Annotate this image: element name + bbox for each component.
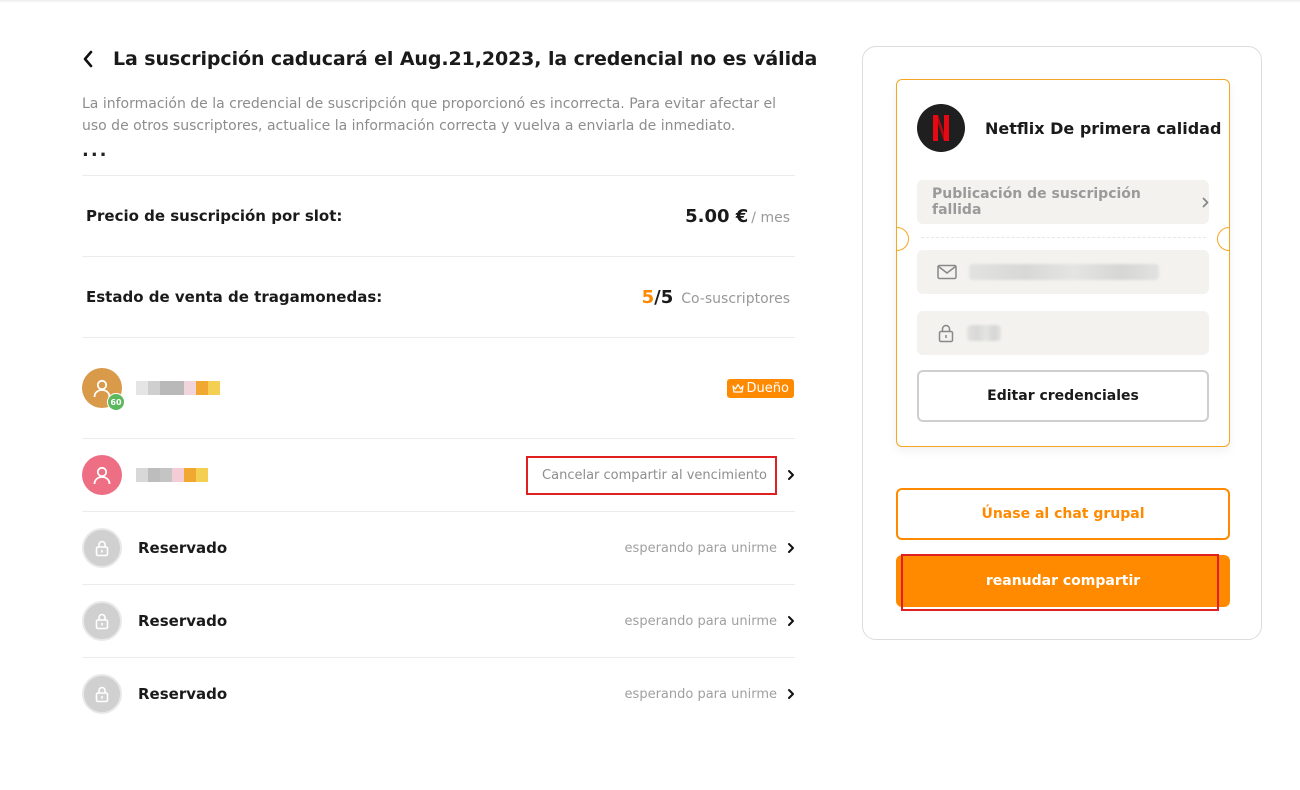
member-name-blurred xyxy=(136,378,220,398)
back-button[interactable] xyxy=(82,49,94,69)
level-badge: 60 xyxy=(107,393,125,411)
mail-icon xyxy=(937,264,957,280)
chevron-right-icon[interactable] xyxy=(787,542,795,554)
chevron-right-icon[interactable] xyxy=(787,615,795,627)
member-row-reserved[interactable]: Reservado esperando para unirme xyxy=(82,658,795,730)
member-row-reserved[interactable]: Reservado esperando para unirme xyxy=(82,512,795,585)
reserved-label: Reservado xyxy=(138,612,228,630)
price-row: Precio de suscripción por slot: 5.00 € /… xyxy=(82,176,795,256)
lock-icon xyxy=(95,686,109,703)
edit-credentials-button[interactable]: Editar credenciales xyxy=(917,370,1209,422)
password-field xyxy=(917,311,1209,355)
slots-suffix: Co-suscriptores xyxy=(681,290,790,307)
cancel-sharing-status[interactable]: Cancelar compartir al vencimiento xyxy=(526,455,777,495)
more-dots-button[interactable]: ... xyxy=(82,142,795,163)
slots-label: Estado de venta de tragamonedas: xyxy=(86,288,383,306)
reserved-label: Reservado xyxy=(138,539,228,557)
slots-row: Estado de venta de tragamonedas: 5 / 5 C… xyxy=(82,257,795,337)
waiting-status: esperando para unirme xyxy=(624,613,777,629)
member-row-owner: 60 Dueño xyxy=(82,338,795,439)
chevron-right-icon xyxy=(1202,197,1209,208)
member-name-blurred xyxy=(136,465,208,485)
lock-icon xyxy=(938,324,954,343)
member-info: Reservado xyxy=(82,601,227,641)
member-status: esperando para unirme xyxy=(625,614,795,629)
ticket-divider xyxy=(921,237,1206,238)
crown-icon xyxy=(731,383,744,394)
chevron-left-icon xyxy=(83,50,93,68)
chevron-right-icon[interactable] xyxy=(787,469,795,481)
price-unit: / mes xyxy=(751,209,790,226)
lock-icon xyxy=(95,613,109,630)
subscription-detail: La suscripción caducará el Aug.21,2023, … xyxy=(82,42,817,730)
member-status: Cancelar compartir al vencimiento xyxy=(526,455,795,495)
owner-badge-label: Dueño xyxy=(746,380,789,396)
price-value: 5.00 € xyxy=(685,205,749,227)
service-name: Netflix De primera calidad xyxy=(985,118,1222,138)
email-field xyxy=(917,250,1209,294)
header: La suscripción caducará el Aug.21,2023, … xyxy=(82,42,817,76)
slots-total: 5 xyxy=(660,286,674,308)
avatar xyxy=(82,455,122,495)
error-description: La información de la credencial de suscr… xyxy=(82,96,777,134)
waiting-status: esperando para unirme xyxy=(624,686,777,702)
member-info: Reservado xyxy=(82,528,227,568)
owner-badge: Dueño xyxy=(726,378,794,398)
member-info: 60 xyxy=(82,368,220,411)
member-row-reserved[interactable]: Reservado esperando para unirme xyxy=(82,585,795,658)
lock-icon xyxy=(95,540,109,557)
netflix-logo-icon xyxy=(917,104,965,152)
price-value-group: 5.00 € / mes xyxy=(685,206,790,227)
top-shadow xyxy=(0,0,1300,3)
join-group-chat-button[interactable]: Únase al chat grupal xyxy=(896,488,1230,540)
avatar xyxy=(82,601,122,641)
ticket-notch xyxy=(897,227,909,251)
service-header: Netflix De primera calidad xyxy=(917,104,1221,152)
avatar: 60 xyxy=(82,368,125,411)
resume-sharing-button[interactable]: reanudar compartir xyxy=(896,555,1230,607)
member-info xyxy=(82,455,208,495)
member-status: esperando para unirme xyxy=(625,541,795,556)
publication-status-link[interactable]: Publicación de suscripción fallida xyxy=(917,180,1209,224)
page-title: La suscripción caducará el Aug.21,2023, … xyxy=(113,48,818,70)
credential-ticket: Netflix De primera calidad Publicación d… xyxy=(896,79,1230,447)
publication-status-label: Publicación de suscripción fallida xyxy=(932,186,1141,218)
password-value-blurred xyxy=(967,325,1001,341)
member-status: esperando para unirme xyxy=(625,687,795,702)
chevron-right-icon[interactable] xyxy=(787,688,795,700)
ticket-notch xyxy=(1217,227,1229,251)
slots-separator: / xyxy=(654,286,661,308)
email-value-blurred xyxy=(969,264,1159,280)
member-row[interactable]: Cancelar compartir al vencimiento xyxy=(82,439,795,512)
reserved-label: Reservado xyxy=(138,685,228,703)
price-label: Precio de suscripción por slot: xyxy=(86,207,343,225)
slots-sold: 5 xyxy=(641,286,655,308)
user-icon xyxy=(93,466,111,485)
avatar xyxy=(82,674,122,714)
subscription-card: Netflix De primera calidad Publicación d… xyxy=(862,46,1262,640)
avatar xyxy=(82,528,122,568)
member-info: Reservado xyxy=(82,674,227,714)
waiting-status: esperando para unirme xyxy=(624,540,777,556)
slots-value-group: 5 / 5 Co-suscriptores xyxy=(642,287,790,308)
